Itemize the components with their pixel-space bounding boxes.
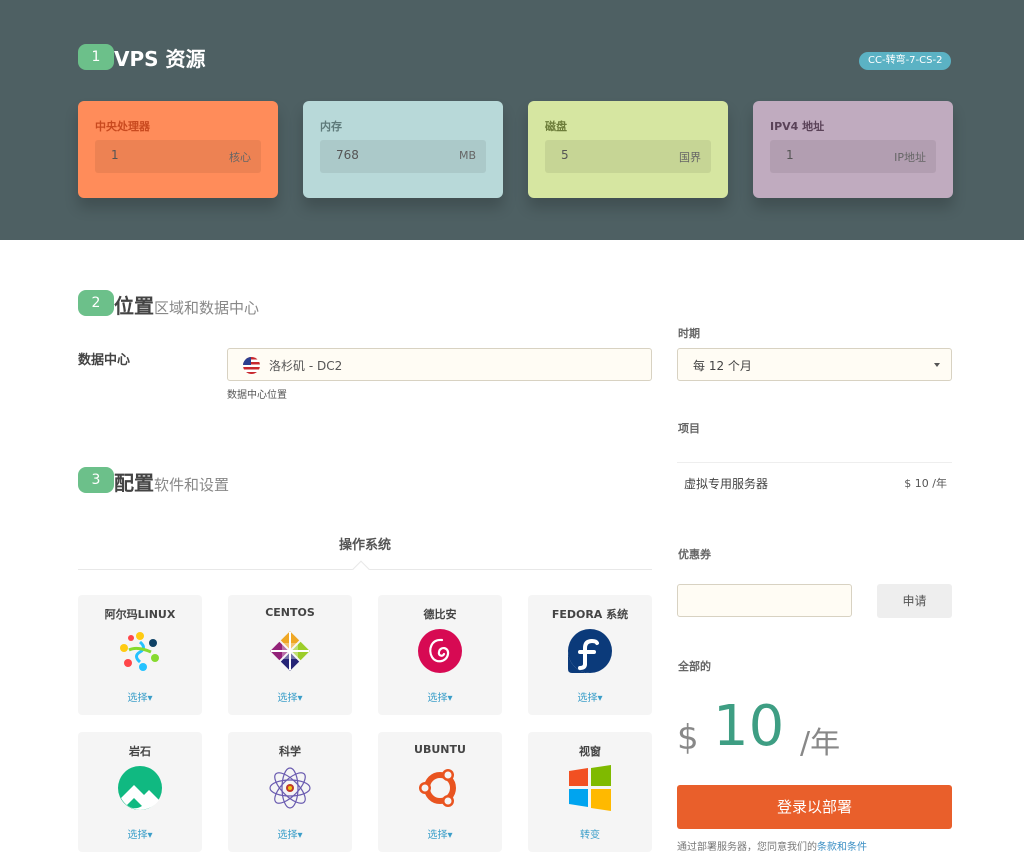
config-heading: 配置软件和设置 [114,467,229,496]
os-name: 阿尔玛LINUX [104,608,176,621]
os-card-rocky[interactable]: 岩石 选择▾ [78,732,202,852]
terms-link[interactable]: 条款和条件 [817,842,867,853]
almalinux-icon [120,632,159,671]
location-title: 位置 [114,294,154,318]
ipv4-label: IPV4 地址 [770,120,825,133]
os-card-centos[interactable]: CENTOS 选择▾ [228,595,352,715]
os-name: CENTOS [265,606,315,619]
terms-note: 通过部署服务器，您同意我们的条款和条件 [677,838,867,853]
os-name: 视窗 [579,745,601,758]
disk-value: 5 [561,148,569,162]
os-name: 德比安 [423,608,457,621]
os-card-debian[interactable]: 德比安 选择▾ [378,595,502,715]
items-divider [677,462,952,463]
select-link[interactable]: 选择▾ [228,689,352,704]
period-select[interactable]: 每 12 个月 [677,348,952,381]
cpu-card: 中央处理器 1 核心 [78,101,278,198]
tab-operating-system[interactable]: 操作系统 [310,534,420,553]
location-subtitle: 区域和数据中心 [154,299,260,317]
datacenter-select[interactable]: 洛杉矶 - DC2 [227,348,652,381]
apply-coupon-button[interactable]: 申请 [877,584,952,618]
terms-text: 通过部署服务器，您同意我们的 [677,842,817,853]
select-link[interactable]: 选择▾ [228,826,352,841]
coupon-input[interactable] [677,584,852,617]
plan-code-badge: CC-转弯-7-CS-2 [859,52,952,70]
memory-value: 768 [336,148,359,162]
items-label: 项目 [678,422,700,435]
step-badge-1: 1 [78,44,114,70]
datacenter-label: 数据中心 [78,353,131,368]
rocky-icon [118,766,162,810]
scientific-icon [269,767,311,809]
os-card-almalinux[interactable]: 阿尔玛LINUX 选择▾ [78,595,202,715]
os-card-windows[interactable]: 视窗 转变 [528,732,652,852]
total-label: 全部的 [678,660,711,673]
centos-icon [270,631,310,671]
cpu-unit: 核心 [229,151,251,164]
ipv4-card: IPV4 地址 1 IP地址 [753,101,953,198]
config-title: 配置 [114,471,154,495]
memory-field[interactable]: 768 MB [320,140,486,173]
step-badge-2: 2 [78,290,114,316]
os-card-fedora[interactable]: FEDORA 系统 选择▾ [528,595,652,715]
tab-indicator [352,560,370,578]
ipv4-field[interactable]: 1 IP地址 [770,140,936,173]
memory-label: 内存 [320,120,342,133]
disk-unit: 国界 [679,151,701,164]
fedora-icon [568,629,612,673]
us-flag-icon [243,357,260,374]
cpu-label: 中央处理器 [95,120,150,133]
ubuntu-icon [419,769,456,807]
windows-icon [569,765,611,811]
memory-card: 内存 768 MB [303,101,503,198]
disk-field[interactable]: 5 国界 [545,140,711,173]
coupon-label: 优惠券 [678,548,711,561]
total-currency: $ [677,718,699,758]
os-name: FEDORA 系统 [551,608,629,621]
datacenter-help: 数据中心位置 [227,390,287,401]
location-heading: 位置区域和数据中心 [114,290,259,319]
select-link[interactable]: 转变 [528,826,652,841]
config-subtitle: 软件和设置 [154,476,230,494]
os-name: 岩石 [129,745,151,758]
disk-card: 磁盘 5 国界 [528,101,728,198]
chevron-down-icon [934,363,940,367]
ipv4-value: 1 [786,148,794,162]
os-card-scientific[interactable]: 科学 选择▾ [228,732,352,852]
disk-label: 磁盘 [545,120,567,133]
total-period: /年 [800,726,841,761]
cpu-field[interactable]: 1 核心 [95,140,261,173]
ipv4-unit: IP地址 [894,151,926,164]
select-link[interactable]: 选择▾ [78,689,202,704]
select-link[interactable]: 选择▾ [378,826,502,841]
debian-icon [418,629,462,673]
cpu-value: 1 [111,148,119,162]
item-name: 虚拟专用服务器 [684,477,769,491]
os-card-ubuntu[interactable]: UBUNTU 选择▾ [378,732,502,852]
select-link[interactable]: 选择▾ [78,826,202,841]
resources-banner: 1 VPS 资源 CC-转弯-7-CS-2 中央处理器 1 核心 内存 768 … [0,0,1024,240]
period-label: 时期 [678,327,700,340]
item-price: $ 10 /年 [904,477,947,490]
select-link[interactable]: 选择▾ [378,689,502,704]
total-amount: 10 [713,694,785,759]
select-link[interactable]: 选择▾ [528,689,652,704]
page-title: VPS 资源 [114,47,206,71]
os-name: UBUNTU [414,743,466,756]
datacenter-value: 洛杉矶 - DC2 [269,359,343,373]
os-name: 科学 [279,745,301,758]
memory-unit: MB [458,149,476,162]
period-value: 每 12 个月 [693,359,752,373]
step-badge-3: 3 [78,467,114,493]
deploy-button[interactable]: 登录以部署 [677,785,952,829]
